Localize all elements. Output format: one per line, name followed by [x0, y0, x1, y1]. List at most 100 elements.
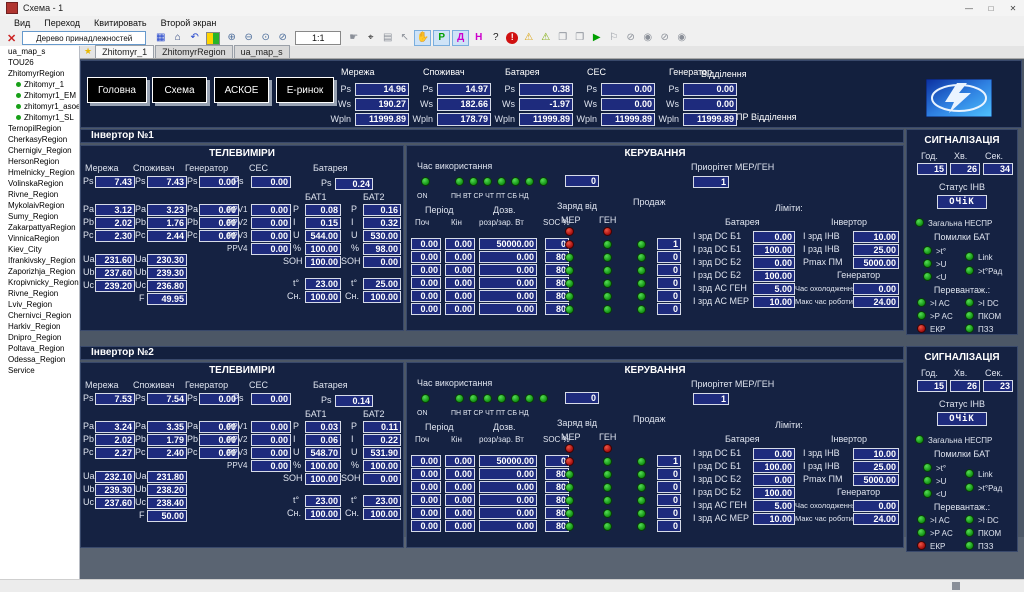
tree-item-Dnipro_Region[interactable]: Dnipro_Region [0, 332, 79, 343]
speaker-off2-icon[interactable]: ⊘ [657, 31, 672, 45]
tree-item-Rivne_Region[interactable]: Rivne_Region [0, 189, 79, 200]
sell-field[interactable]: 1 [657, 455, 681, 467]
charge-limit-field[interactable]: 0.00 [479, 481, 537, 493]
period-end-field[interactable]: 0.00 [445, 290, 475, 302]
grab-hand-icon[interactable]: ☛ [346, 31, 361, 45]
bat-limit-field[interactable]: 0.00 [753, 448, 795, 460]
nav-button-Е-ринок[interactable]: Е-ринок [276, 77, 334, 103]
warning-icon[interactable]: ⚠ [521, 31, 536, 45]
menu-item-3[interactable]: Второй экран [161, 18, 217, 28]
sell-field[interactable]: 1 [657, 238, 681, 250]
usage-field[interactable]: 0 [565, 175, 599, 187]
charge-limit-field[interactable]: 50000.00 [479, 238, 537, 250]
sell-field[interactable]: 0 [657, 468, 681, 480]
sell-field[interactable]: 0 [657, 481, 681, 493]
tree-item-Zhitomyr1_SL[interactable]: Zhitomyr1_SL [0, 112, 79, 123]
close-schema-icon[interactable]: ✕ [7, 32, 16, 45]
tree-selector[interactable]: Дерево принадлежностей [22, 31, 146, 45]
bat-limit-field[interactable]: 100.00 [753, 487, 795, 499]
sell-field[interactable]: 0 [657, 494, 681, 506]
period-end-field[interactable]: 0.00 [445, 507, 475, 519]
period-start-field[interactable]: 0.00 [411, 277, 441, 289]
tree-item-Chernivci_Region[interactable]: Chernivci_Region [0, 310, 79, 321]
charge-limit-field[interactable]: 0.00 [479, 468, 537, 480]
sell-field[interactable]: 0 [657, 277, 681, 289]
sell-field[interactable]: 0 [657, 251, 681, 263]
period-start-field[interactable]: 0.00 [411, 251, 441, 263]
tree-item-Service[interactable]: Service [0, 365, 79, 376]
minimize-icon[interactable]: — [958, 1, 980, 16]
tree-item-VolinskaRegion[interactable]: VolinskaRegion [0, 178, 79, 189]
tree-item-Kropivnicky_Region[interactable]: Kropivnicky_Region [0, 277, 79, 288]
tree-item-CherkasyRegion[interactable]: CherkasyRegion [0, 134, 79, 145]
p-mode-icon[interactable]: Р [433, 30, 450, 46]
sell-field[interactable]: 0 [657, 264, 681, 276]
bat-limit-field[interactable]: 10.00 [753, 296, 795, 308]
n-mode-icon[interactable]: Н [471, 31, 486, 45]
tree-item-HersonRegion[interactable]: HersonRegion [0, 156, 79, 167]
bat-limit-field[interactable]: 5.00 [753, 283, 795, 295]
speaker-icon[interactable]: ◉ [640, 31, 655, 45]
bat-limit-field[interactable]: 0.00 [753, 474, 795, 486]
tree-item-Sumy_Region[interactable]: Sumy_Region [0, 211, 79, 222]
menu-item-1[interactable]: Переход [44, 18, 80, 28]
palette-icon[interactable]: ▣ [206, 32, 220, 45]
bat-limit-field[interactable]: 100.00 [753, 270, 795, 282]
period-start-field[interactable]: 0.00 [411, 494, 441, 506]
tree-item-VinnicaRegion[interactable]: VinnicaRegion [0, 233, 79, 244]
binoculars-icon[interactable]: ⌖ [363, 31, 378, 45]
period-end-field[interactable]: 0.00 [445, 277, 475, 289]
menu-item-0[interactable]: Вид [14, 18, 30, 28]
sell-field[interactable]: 0 [657, 303, 681, 315]
bat-limit-field[interactable]: 100.00 [753, 461, 795, 473]
back-arrow-icon[interactable]: ↶ [187, 31, 202, 45]
marker-icon[interactable]: ⚐ [606, 31, 621, 45]
zoom-out-icon[interactable]: ⊖ [241, 31, 256, 45]
charge-limit-field[interactable]: 0.00 [479, 520, 537, 532]
gen-limit-field[interactable]: 0.00 [853, 283, 899, 295]
tree-item-Chernigiv_Region[interactable]: Chernigiv_Region [0, 145, 79, 156]
period-end-field[interactable]: 0.00 [445, 455, 475, 467]
bat-limit-field[interactable]: 0.00 [753, 257, 795, 269]
period-start-field[interactable]: 0.00 [411, 468, 441, 480]
tree-item-ua_map_s[interactable]: ua_map_s [0, 46, 79, 57]
tree-item-ZakarpattyaRegion[interactable]: ZakarpattyaRegion [0, 222, 79, 233]
charge-limit-field[interactable]: 0.00 [479, 264, 537, 276]
tree-item-MykolaivRegion[interactable]: MykolaivRegion [0, 200, 79, 211]
nav-button-Головна[interactable]: Головна [87, 77, 147, 103]
tree-item-zhitomyr1_asoe[interactable]: zhitomyr1_asoe [0, 101, 79, 112]
tree-item-TernopilRegion[interactable]: TernopilRegion [0, 123, 79, 134]
tree-item-ZhitomyrRegion[interactable]: ZhitomyrRegion [0, 68, 79, 79]
inv-limit-field[interactable]: 25.00 [853, 461, 899, 473]
period-start-field[interactable]: 0.00 [411, 481, 441, 493]
zoom-area-icon[interactable]: ⊙ [258, 31, 273, 45]
usage-field[interactable]: 0 [565, 392, 599, 404]
sell-field[interactable]: 0 [657, 520, 681, 532]
period-start-field[interactable]: 0.00 [411, 238, 441, 250]
charge-limit-field[interactable]: 50000.00 [479, 455, 537, 467]
copy-page-icon[interactable]: ❐ [555, 31, 570, 45]
tree-item-Odessa_Region[interactable]: Odessa_Region [0, 354, 79, 365]
speaker-off-icon[interactable]: ⊘ [623, 31, 638, 45]
tab-ua_map_s[interactable]: ua_map_s [234, 45, 290, 58]
tree-item-Lviv_Region[interactable]: Lviv_Region [0, 299, 79, 310]
tree-item-Hmelnicky_Region[interactable]: Hmelnicky_Region [0, 167, 79, 178]
tree-item-Zaporizhja_Region[interactable]: Zaporizhja_Region [0, 266, 79, 277]
inv-limit-field[interactable]: 5000.00 [853, 474, 899, 486]
close-icon[interactable]: ✕ [1002, 1, 1024, 16]
pan-hand-icon[interactable]: ✋ [414, 30, 431, 46]
nav-button-АСКОЕ[interactable]: АСКОЕ [214, 77, 269, 103]
d-mode-icon[interactable]: Д [452, 30, 469, 46]
charge-limit-field[interactable]: 0.00 [479, 507, 537, 519]
tab-ZhitomyrRegion[interactable]: ZhitomyrRegion [155, 45, 233, 58]
tree-item-Ifrankivsky_Region[interactable]: Ifrankivsky_Region [0, 255, 79, 266]
resize-grip[interactable] [952, 582, 960, 590]
period-start-field[interactable]: 0.00 [411, 507, 441, 519]
period-end-field[interactable]: 0.00 [445, 264, 475, 276]
period-end-field[interactable]: 0.00 [445, 481, 475, 493]
tab-Zhitomyr_1[interactable]: Zhitomyr_1 [95, 45, 154, 58]
bat-limit-field[interactable]: 0.00 [753, 231, 795, 243]
nav-button-Схема[interactable]: Схема [152, 77, 207, 103]
warning-ack-icon[interactable]: ⚠ [538, 31, 553, 45]
charge-limit-field[interactable]: 0.00 [479, 277, 537, 289]
